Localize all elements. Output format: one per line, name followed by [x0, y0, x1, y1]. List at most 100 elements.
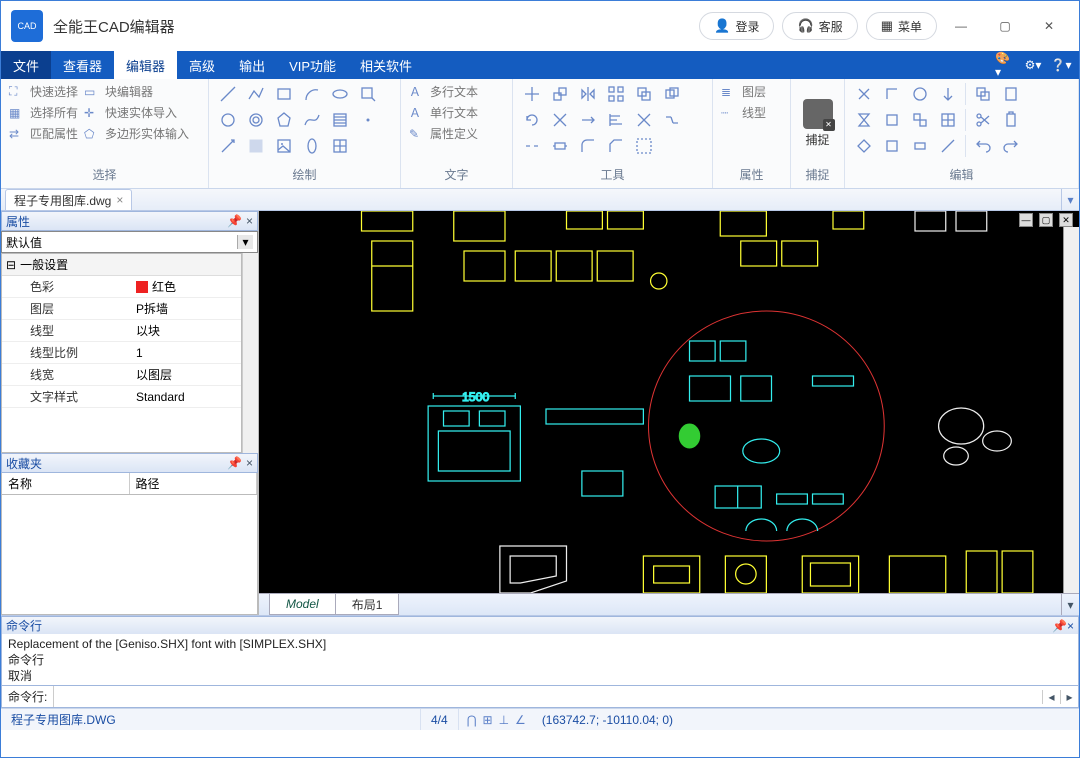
- tool-attr-def[interactable]: ✎属性定义: [409, 125, 478, 142]
- tool-mirror[interactable]: [577, 83, 599, 105]
- tool-hourglass[interactable]: [853, 109, 875, 131]
- canvas-max-icon[interactable]: ▢: [1039, 213, 1053, 227]
- tool-clip[interactable]: [1000, 109, 1022, 131]
- canvas[interactable]: 1500: [259, 211, 1079, 593]
- tool-ray[interactable]: [217, 135, 239, 157]
- prop-value[interactable]: 1: [132, 342, 241, 363]
- tool-cut[interactable]: [853, 83, 875, 105]
- tool-select-all[interactable]: ▦选择所有: [9, 104, 78, 121]
- ortho-icon[interactable]: ⊥: [499, 713, 509, 727]
- tool-move[interactable]: [521, 83, 543, 105]
- tool-undo[interactable]: [972, 135, 994, 157]
- tool-paste[interactable]: [1000, 83, 1022, 105]
- canvas-min-icon[interactable]: —: [1019, 213, 1033, 227]
- file-tab[interactable]: 程子专用图库.dwg ×: [5, 189, 132, 210]
- tool-scale[interactable]: [549, 83, 571, 105]
- close-panel-icon[interactable]: ×: [246, 214, 253, 228]
- menu-output[interactable]: 输出: [227, 51, 277, 79]
- tool-diag[interactable]: [937, 135, 959, 157]
- tool-polygon-entity[interactable]: ⬠多边形实体输入: [84, 125, 189, 142]
- prop-category[interactable]: ⊟一般设置: [2, 254, 241, 276]
- prop-row[interactable]: 色彩红色: [2, 276, 241, 298]
- prop-row[interactable]: 文字样式Standard: [2, 386, 241, 408]
- tool-polyline[interactable]: [245, 83, 267, 105]
- scrollbar[interactable]: [242, 253, 258, 453]
- tool-explode[interactable]: [633, 109, 655, 131]
- tool-insert[interactable]: [357, 83, 379, 105]
- tool-redo[interactable]: [1000, 135, 1022, 157]
- settings-dropdown-icon[interactable]: ⚙▾: [1023, 55, 1043, 75]
- menu-vip[interactable]: VIP功能: [277, 51, 348, 79]
- tool-copy[interactable]: [633, 83, 655, 105]
- file-tabs-dropdown-icon[interactable]: ▾: [1061, 189, 1079, 210]
- tool-offset[interactable]: [661, 83, 683, 105]
- prop-row[interactable]: 线型比例1: [2, 342, 241, 364]
- prop-row[interactable]: 图层P拆墙: [2, 298, 241, 320]
- tool-box3[interactable]: [881, 135, 903, 157]
- fav-col-name[interactable]: 名称: [2, 473, 130, 494]
- collapse-icon[interactable]: ⊟: [6, 258, 16, 272]
- tool-trim[interactable]: [549, 109, 571, 131]
- tool-quick-select[interactable]: ⛶快速选择: [9, 83, 78, 100]
- prop-value[interactable]: 以块: [132, 320, 241, 341]
- tool-match-props[interactable]: ⇄匹配属性: [9, 125, 78, 142]
- chevron-down-icon[interactable]: ▾: [237, 235, 253, 249]
- tool-poly[interactable]: [273, 109, 295, 131]
- tool-down[interactable]: [937, 83, 959, 105]
- tool-ellipse2[interactable]: [301, 135, 323, 157]
- tool-linetype[interactable]: ┈线型: [721, 104, 766, 121]
- tool-copy2[interactable]: [972, 83, 994, 105]
- menu-viewer[interactable]: 查看器: [51, 51, 114, 79]
- login-button[interactable]: 👤登录: [699, 12, 774, 40]
- menu-editor[interactable]: 编辑器: [114, 51, 177, 79]
- prop-row[interactable]: 线宽以图层: [2, 364, 241, 386]
- maximize-button[interactable]: ▢: [985, 12, 1025, 40]
- tool-box-edit[interactable]: [881, 109, 903, 131]
- prop-value[interactable]: 以图层: [132, 364, 241, 385]
- tool-layer[interactable]: ≣图层: [721, 83, 766, 100]
- tool-ellipse[interactable]: [329, 83, 351, 105]
- prop-value[interactable]: 红色: [132, 276, 241, 297]
- canvas-close-icon[interactable]: ✕: [1059, 213, 1073, 227]
- pin-icon[interactable]: 📌: [227, 456, 242, 470]
- tool-break[interactable]: [521, 135, 543, 157]
- close-tab-icon[interactable]: ×: [116, 193, 123, 207]
- tool-fill[interactable]: [245, 135, 267, 157]
- pin-icon[interactable]: 📌: [1052, 619, 1067, 633]
- menu-advanced[interactable]: 高级: [177, 51, 227, 79]
- props-combo[interactable]: 默认值 ▾: [1, 231, 258, 253]
- tool-image[interactable]: [273, 135, 295, 157]
- prop-value[interactable]: P拆墙: [132, 298, 241, 319]
- close-panel-icon[interactable]: ×: [246, 456, 253, 470]
- tool-extend[interactable]: [577, 109, 599, 131]
- tool-mtext[interactable]: Ａ多行文本: [409, 83, 478, 100]
- tool-quick-entity-import[interactable]: ✛快速实体导入: [84, 104, 177, 121]
- cmd-right-icon[interactable]: ▸: [1060, 690, 1078, 704]
- tool-block-editor[interactable]: ▭块编辑器: [84, 83, 153, 100]
- tool-stext[interactable]: Ａ单行文本: [409, 104, 478, 121]
- tool-rect[interactable]: [273, 83, 295, 105]
- command-input[interactable]: [54, 686, 1042, 707]
- tool-hatch[interactable]: [329, 109, 351, 131]
- tool-array[interactable]: [605, 83, 627, 105]
- minimize-button[interactable]: —: [941, 12, 981, 40]
- tool-table[interactable]: [329, 135, 351, 157]
- tool-scissors[interactable]: [972, 109, 994, 131]
- menu-button[interactable]: ▦菜单: [866, 12, 937, 40]
- tool-grid-edit[interactable]: [937, 109, 959, 131]
- tool-group[interactable]: [633, 135, 655, 157]
- help-dropdown-icon[interactable]: ❔▾: [1051, 55, 1071, 75]
- tool-arc[interactable]: [301, 83, 323, 105]
- cmd-left-icon[interactable]: ◂: [1042, 690, 1060, 704]
- tool-circ-edit[interactable]: [909, 83, 931, 105]
- prop-row[interactable]: 线型以块: [2, 320, 241, 342]
- tool-join[interactable]: [661, 109, 683, 131]
- tool-diamond-edit[interactable]: [853, 135, 875, 157]
- tool-stretch[interactable]: [549, 135, 571, 157]
- prop-value[interactable]: Standard: [132, 386, 241, 407]
- tool-multi-box[interactable]: [909, 109, 931, 131]
- polar-icon[interactable]: ∠: [515, 713, 526, 727]
- tool-corner[interactable]: [881, 83, 903, 105]
- fav-col-path[interactable]: 路径: [130, 473, 258, 494]
- close-panel-icon[interactable]: ×: [1067, 619, 1074, 633]
